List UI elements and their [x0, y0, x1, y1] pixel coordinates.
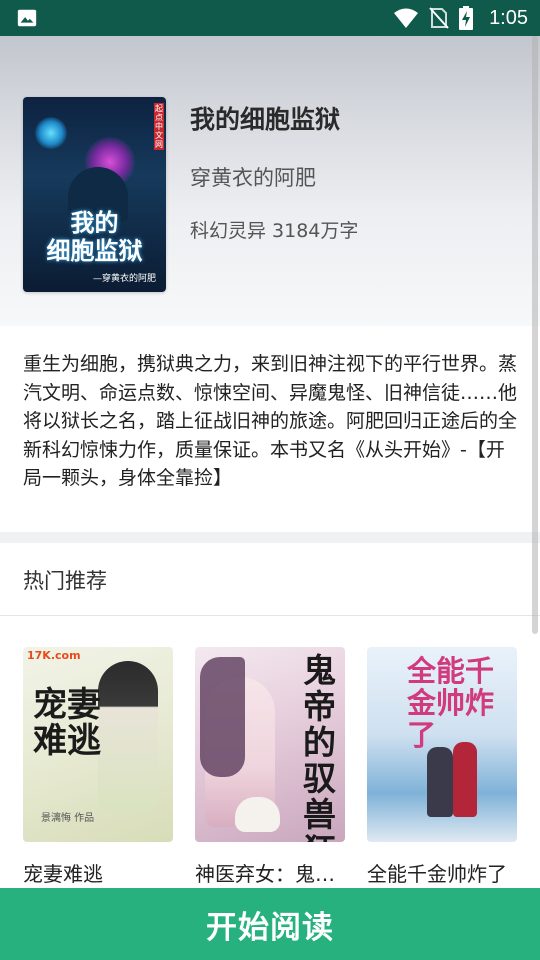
book-meta: 科幻灵异 3184万字 — [190, 220, 359, 242]
recommend-cover[interactable]: 全能千金帅炸了 — [367, 647, 517, 842]
cover-author: 景漓悔 作品 — [41, 813, 95, 824]
recommend-item-name[interactable]: 神医弃女：鬼… — [195, 858, 345, 887]
recommend-item[interactable]: 全能千金帅炸了 全能千金帅炸了 — [367, 647, 517, 887]
wifi-icon — [394, 8, 419, 28]
recommend-list: 17K.com 宠妻难逃 景漓悔 作品 宠妻难逃 鬼帝的驭兽狂妃 神医弃女：鬼…… — [23, 647, 523, 887]
recommend-item-name[interactable]: 宠妻难逃 — [23, 858, 173, 887]
cover-art-fox — [235, 797, 280, 832]
book-author[interactable]: 穿黄衣的阿肥 — [190, 162, 316, 192]
recommend-item[interactable]: 鬼帝的驭兽狂妃 神医弃女：鬼… — [195, 647, 345, 887]
cover-publisher-badge: 起点中文网 — [154, 103, 164, 150]
cover-art-hair — [200, 657, 245, 777]
cover-logo: 17K.com — [27, 649, 81, 662]
recommend-item[interactable]: 17K.com 宠妻难逃 景漓悔 作品 宠妻难逃 — [23, 647, 173, 887]
book-cover[interactable]: 起点中文网 我的 细胞监狱 —穿黄衣的阿肥 — [23, 97, 166, 292]
cover-art-figure — [453, 742, 477, 817]
scrollbar[interactable] — [532, 36, 538, 634]
cover-author: —穿黄衣的阿肥 — [92, 274, 156, 284]
cover-title: 宠妻难逃 — [33, 685, 101, 761]
recommend-item-name[interactable]: 全能千金帅炸了 — [367, 858, 517, 887]
book-description: 重生为细胞，携狱典之力，来到旧神注视下的平行世界。蒸汽文明、命运点数、惊悚空间、… — [23, 353, 518, 489]
image-icon — [17, 9, 37, 27]
cover-art-figure — [427, 747, 453, 817]
section-title-hot-recommend: 热门推荐 — [23, 569, 107, 593]
cover-art-glow — [35, 117, 67, 149]
recommend-cover[interactable]: 17K.com 宠妻难逃 景漓悔 作品 — [23, 647, 173, 842]
divider — [0, 615, 540, 616]
recommend-cover[interactable]: 鬼帝的驭兽狂妃 — [195, 647, 345, 842]
section-divider — [0, 532, 540, 543]
status-bar: 1:05 — [0, 0, 540, 36]
cover-title: 我的 细胞监狱 — [46, 209, 143, 265]
cover-title: 全能千金帅炸了 — [407, 654, 495, 752]
book-title: 我的细胞监狱 — [190, 105, 341, 134]
battery-charging-icon — [459, 6, 474, 30]
status-time: 1:05 — [489, 6, 528, 29]
cover-title: 鬼帝的驭兽狂妃 — [303, 651, 336, 843]
start-reading-button[interactable]: 开始阅读 — [0, 888, 540, 960]
no-sim-icon — [429, 7, 449, 29]
